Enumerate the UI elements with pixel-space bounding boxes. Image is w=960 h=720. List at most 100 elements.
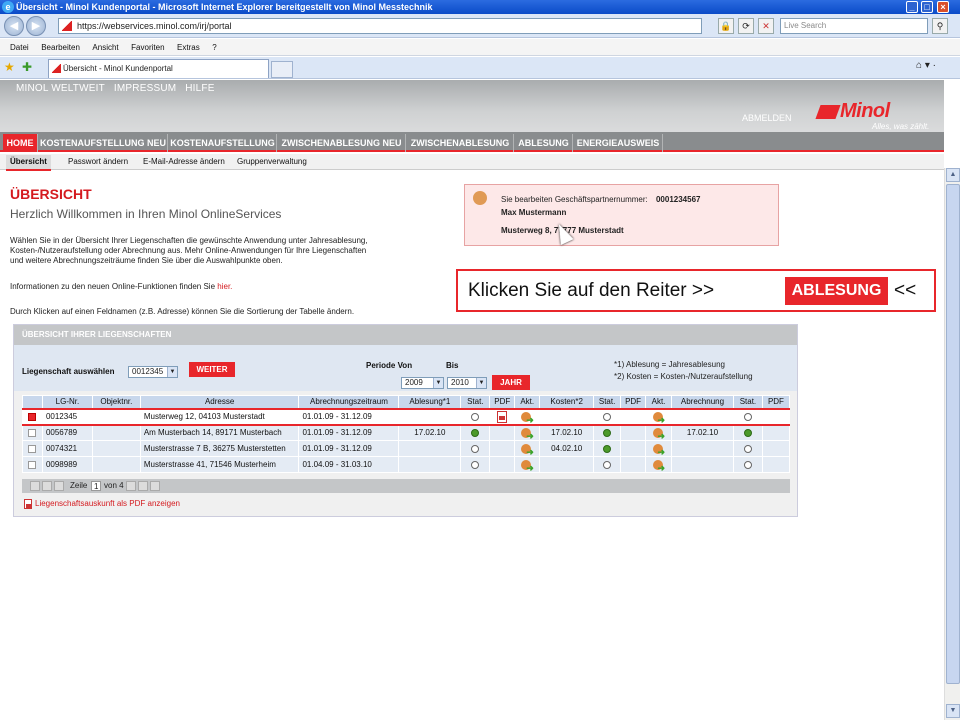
col-akt[interactable]: Akt. (514, 395, 541, 409)
table-row[interactable]: 0098989 Musterstrasse 41, 71546 Musterhe… (22, 456, 791, 473)
menu-favoriten[interactable]: Favoriten (131, 39, 164, 56)
col-ablesung[interactable]: Ablesung*1 (398, 395, 462, 409)
col-akt[interactable]: Akt. (645, 395, 672, 409)
back-button[interactable]: ◀ (4, 16, 24, 36)
nav-minol-weltweit[interactable]: MINOL WELTWEIT (16, 83, 105, 94)
row-checkbox[interactable] (22, 407, 43, 426)
next-page-button[interactable] (138, 481, 148, 491)
logout-link[interactable]: ABMELDEN (742, 113, 792, 123)
nav-hilfe[interactable]: HILFE (185, 83, 214, 94)
add-favorite-icon[interactable]: ✚ (22, 60, 32, 74)
tab-kostenaufstellung-neu[interactable]: KOSTENAUFSTELLUNG NEU (39, 134, 168, 152)
new-tab-button[interactable] (271, 61, 293, 78)
cell-akt[interactable]: ➜ (645, 440, 672, 457)
pdf-link[interactable]: Liegenschaftsauskunft als PDF anzeigen (24, 499, 180, 509)
tab-kostenaufstellung[interactable]: KOSTENAUFSTELLUNG (169, 134, 277, 152)
lock-icon[interactable]: 🔒 (718, 18, 734, 34)
year-from-select[interactable]: 2009 ▼ (401, 377, 444, 389)
menu-ansicht[interactable]: Ansicht (92, 39, 118, 56)
year-to-select[interactable]: 2010 ▼ (447, 377, 487, 389)
search-input[interactable]: Live Search (780, 18, 928, 34)
tab-energieausweis[interactable]: ENERGIEAUSWEIS (574, 134, 663, 152)
cell-akt[interactable]: ➜ (645, 424, 672, 441)
next-row-button[interactable] (126, 481, 136, 491)
cell-akt[interactable]: ➜ (645, 407, 672, 426)
browser-tab[interactable]: Übersicht - Minol Kundenportal (48, 59, 269, 78)
cell-pdf (489, 456, 516, 473)
table-row[interactable]: 0012345 Musterweg 12, 04103 Musterstadt … (22, 407, 791, 426)
tab-home[interactable]: HOME (3, 134, 38, 152)
cell-akt[interactable]: ➜ (514, 456, 541, 473)
jahr-button[interactable]: JAHR (492, 375, 530, 390)
col-lg-nr[interactable]: LG-Nr. (41, 395, 93, 409)
subtab-passwort[interactable]: Passwort ändern (68, 155, 128, 169)
scroll-thumb[interactable] (946, 184, 960, 684)
row-checkbox[interactable] (22, 424, 43, 441)
stop-icon[interactable]: ✕ (758, 18, 774, 34)
row-checkbox[interactable] (22, 456, 43, 473)
col-pdf[interactable]: PDF (489, 395, 516, 409)
home-icon[interactable]: ⌂ ▾ · (916, 60, 956, 76)
col-objektnr[interactable]: Objektnr. (91, 395, 141, 409)
title-bar: e Übersicht - Minol Kundenportal - Micro… (0, 0, 960, 14)
prev-row-button[interactable] (54, 481, 64, 491)
cell-akt[interactable]: ➜ (514, 407, 541, 426)
cell-ablesung (398, 440, 462, 457)
table-row[interactable]: 0074321 Musterstrasse 7 B, 36275 Musters… (22, 440, 791, 457)
table-row[interactable]: 0056789 Am Musterbach 14, 89171 Musterba… (22, 424, 791, 441)
maximize-button[interactable]: □ (921, 1, 933, 13)
status-done-icon (603, 444, 612, 453)
first-page-button[interactable] (30, 481, 40, 491)
cell-akt[interactable]: ➜ (514, 424, 541, 441)
tab-zwischenablesung-neu[interactable]: ZWISCHENABLESUNG NEU (278, 134, 406, 152)
col-pdf[interactable]: PDF (620, 395, 647, 409)
url-field[interactable]: https://webservices.minol.com/irj/portal (58, 18, 702, 34)
info-link[interactable]: hier. (217, 282, 232, 291)
favorites-star-icon[interactable]: ★ (4, 60, 15, 74)
prev-page-button[interactable] (42, 481, 52, 491)
row-checkbox[interactable] (22, 440, 43, 457)
col-pdf[interactable]: PDF (761, 395, 791, 409)
footnote-2: *2) Kosten = Kosten-/Nutzeraufstellung (614, 372, 753, 381)
tab-ablesung[interactable]: ABLESUNG (515, 134, 573, 152)
nav-impressum[interactable]: IMPRESSUM (114, 83, 176, 94)
scroll-down-icon[interactable]: ▼ (946, 704, 960, 718)
periode-von-label: Periode Von (366, 361, 413, 370)
col-adresse[interactable]: Adresse (139, 395, 300, 409)
cell-pdf (489, 440, 516, 457)
subtab-email[interactable]: E-Mail-Adresse ändern (143, 155, 225, 169)
cell-akt[interactable]: ➜ (645, 456, 672, 473)
cell-akt[interactable]: ➜ (514, 440, 541, 457)
weiter-button[interactable]: WEITER (189, 362, 235, 377)
menu-help[interactable]: ? (212, 39, 216, 56)
selection-bar: Liegenschaft auswählen 0012345 ▼ WEITER … (14, 345, 797, 391)
menu-datei[interactable]: Datei (10, 39, 29, 56)
edit-action-icon: ➜ (521, 443, 534, 456)
col-abrechnungszeitraum[interactable]: Abrechnungszeitraum (298, 395, 400, 409)
cell-pdf[interactable] (489, 407, 516, 426)
col-abrechnung[interactable]: Abrechnung (671, 395, 734, 409)
col-stat[interactable]: Stat. (460, 395, 491, 409)
vertical-scrollbar[interactable]: ▲ ▼ (944, 168, 960, 720)
menu-bearbeiten[interactable]: Bearbeiten (41, 39, 80, 56)
subtab-gruppenverwaltung[interactable]: Gruppenverwaltung (237, 155, 307, 169)
minimize-button[interactable]: _ (906, 1, 918, 13)
col-stat[interactable]: Stat. (732, 395, 763, 409)
search-icon[interactable]: ⚲ (932, 18, 948, 34)
checkbox-checked-icon (28, 412, 37, 421)
property-select[interactable]: 0012345 ▼ (128, 366, 178, 378)
tab-zwischenablesung[interactable]: ZWISCHENABLESUNG (407, 134, 514, 152)
subtab-uebersicht[interactable]: Übersicht (6, 155, 51, 171)
close-button[interactable]: × (937, 1, 949, 13)
forward-button[interactable]: ▶ (26, 16, 46, 36)
last-page-button[interactable] (150, 481, 160, 491)
pager-page-input[interactable]: 1 (91, 481, 102, 491)
refresh-icon[interactable]: ⟳ (738, 18, 754, 34)
scroll-up-icon[interactable]: ▲ (946, 168, 960, 182)
cell-period: 01.01.09 - 31.12.09 (298, 407, 400, 426)
cell-pdf (761, 440, 791, 457)
menu-extras[interactable]: Extras (177, 39, 200, 56)
col-kosten[interactable]: Kosten*2 (539, 395, 595, 409)
cell-stat (593, 456, 622, 473)
col-stat[interactable]: Stat. (593, 395, 622, 409)
